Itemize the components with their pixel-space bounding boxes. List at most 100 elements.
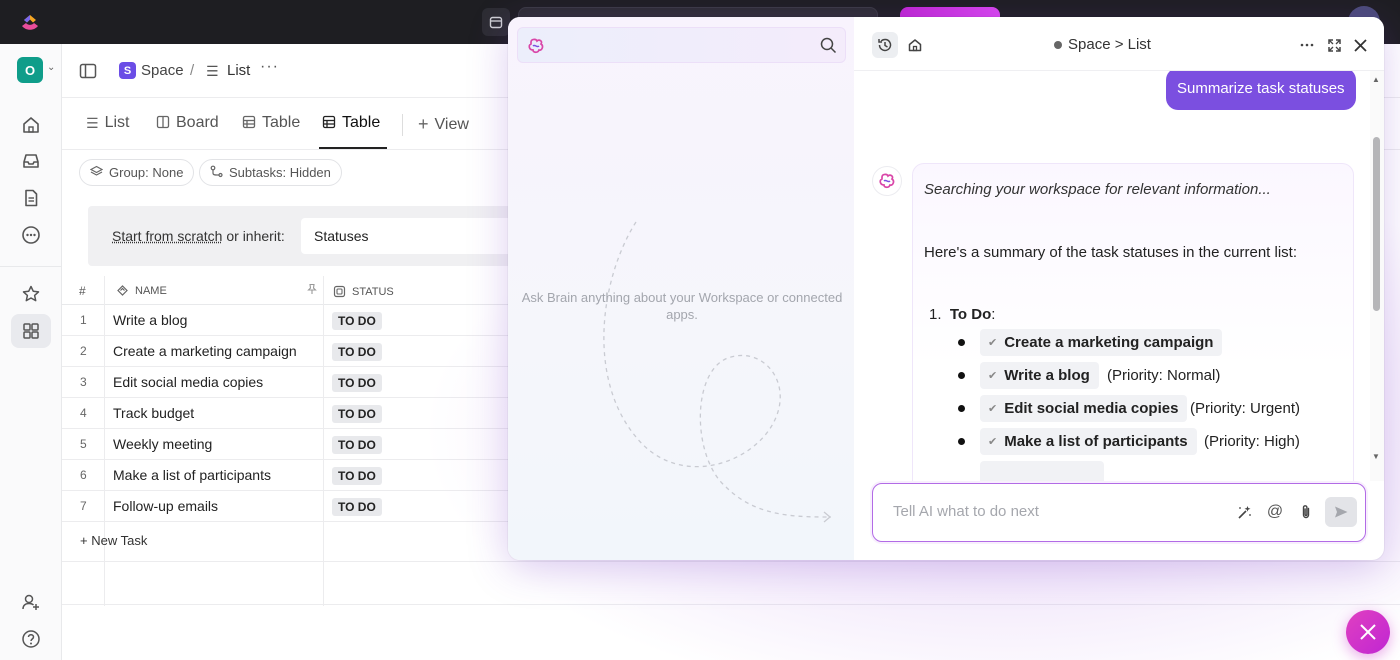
status-badge[interactable]: TO DO — [332, 374, 382, 392]
tab-list-label: List — [104, 114, 130, 131]
brain-icon — [528, 38, 544, 54]
close-icon[interactable] — [1347, 32, 1373, 58]
tab-table-1[interactable]: Table — [242, 114, 300, 132]
sidebar-toggle-icon[interactable] — [78, 61, 98, 81]
ai-summary-text: Here's a summary of the task statuses in… — [924, 244, 1298, 261]
workspace-badge[interactable]: O — [17, 57, 43, 83]
home-icon[interactable] — [18, 112, 44, 138]
brain-icon — [879, 173, 895, 189]
table-row[interactable]: 2 Create a marketing campaign TO DO — [62, 336, 532, 367]
tab-board[interactable]: Board — [156, 114, 219, 132]
scroll-down-icon[interactable]: ▼ — [1372, 452, 1380, 461]
close-icon — [1360, 624, 1376, 640]
calendar-icon[interactable] — [482, 8, 510, 36]
status-badge[interactable]: TO DO — [332, 312, 382, 330]
task-mention-partial[interactable] — [980, 461, 1104, 481]
task-mention[interactable]: ✔ Create a marketing campaign — [980, 329, 1223, 356]
task-name[interactable]: Edit social media copies — [113, 374, 263, 390]
task-name[interactable]: Create a marketing campaign — [113, 343, 297, 359]
status-badge[interactable]: TO DO — [332, 405, 382, 423]
status-badge[interactable]: TO DO — [332, 467, 382, 485]
row-number: 3 — [80, 375, 87, 389]
board-view-icon — [156, 115, 170, 132]
breadcrumb-separator: / — [190, 62, 195, 79]
table-row[interactable]: 4 Track budget TO DO — [62, 398, 532, 429]
group-filter-chip[interactable]: Group: None — [79, 159, 195, 186]
task-name[interactable]: Write a blog — [113, 312, 187, 328]
inbox-icon[interactable] — [18, 148, 44, 174]
section-number: 1. — [929, 306, 942, 323]
task-mention-name: Edit social media copies — [1004, 400, 1179, 417]
column-name[interactable]: NAME — [116, 284, 167, 297]
task-name[interactable]: Weekly meeting — [113, 436, 212, 452]
scroll-up-icon[interactable]: ▲ — [1372, 75, 1380, 84]
row-number: 5 — [80, 437, 87, 451]
table-row[interactable]: 5 Weekly meeting TO DO — [62, 429, 532, 460]
table-row[interactable]: 1 Write a blog TO DO — [62, 305, 532, 336]
start-from-scratch-link[interactable]: Start from scratch — [112, 228, 222, 244]
breadcrumb-more-button[interactable]: ··· — [260, 58, 279, 76]
status-badge[interactable]: TO DO — [332, 343, 382, 361]
workspace-chevron-icon[interactable]: ⌄ — [47, 62, 55, 73]
chat-thread[interactable]: Summarize task statuses Searching your w… — [854, 71, 1384, 481]
pin-icon[interactable] — [306, 283, 318, 298]
attachment-paperclip-icon[interactable] — [1295, 501, 1317, 523]
add-view-label: View — [434, 115, 469, 133]
task-priority: (Priority: Normal) — [1107, 367, 1221, 384]
more-icon[interactable] — [18, 222, 44, 248]
search-icon[interactable] — [820, 37, 837, 54]
home-icon[interactable] — [902, 32, 928, 58]
more-options-icon[interactable] — [1294, 32, 1320, 58]
column-status[interactable]: STATUS — [333, 285, 394, 298]
send-button[interactable] — [1325, 497, 1357, 527]
tab-table-2[interactable]: Table — [322, 114, 380, 132]
favorites-star-icon[interactable] — [18, 281, 44, 307]
add-view-button[interactable]: + View — [418, 114, 469, 135]
bullet — [958, 438, 965, 445]
spaces-grid-icon[interactable] — [11, 314, 51, 348]
mention-at-icon[interactable]: @ — [1264, 501, 1286, 523]
new-task-button[interactable]: + New Task — [80, 533, 147, 548]
help-icon[interactable] — [18, 626, 44, 652]
chat-scrollbar-thumb[interactable] — [1373, 137, 1380, 311]
status-badge[interactable]: TO DO — [332, 436, 382, 454]
breadcrumb-space[interactable]: Space — [141, 62, 184, 79]
chat-location-label: Space > List — [1068, 36, 1151, 53]
brain-search-bar[interactable] — [517, 27, 846, 63]
task-mention[interactable]: ✔ Make a list of participants — [980, 428, 1197, 455]
table-row[interactable]: 3 Edit social media copies TO DO — [62, 367, 532, 398]
close-ai-fab-button[interactable] — [1346, 610, 1390, 654]
name-header-label: NAME — [135, 284, 167, 297]
list-icon: ☰ — [206, 63, 219, 79]
chat-header: Space > List — [854, 17, 1384, 71]
table-row[interactable]: 6 Make a list of participants TO DO — [62, 460, 532, 491]
task-mention[interactable]: ✔ Edit social media copies — [980, 395, 1188, 422]
task-name[interactable]: Make a list of participants — [113, 467, 271, 483]
task-mention[interactable]: ✔ Write a blog — [980, 362, 1099, 389]
rail-divider — [0, 266, 62, 267]
decorative-swirl — [603, 221, 832, 523]
task-mention-name: Make a list of participants — [1004, 433, 1188, 450]
task-priority: (Priority: High) — [1204, 433, 1300, 450]
breadcrumb-list[interactable]: List — [227, 62, 250, 79]
task-priority: (Priority: Urgent) — [1190, 400, 1301, 417]
status-header-label: STATUS — [352, 285, 394, 298]
expand-icon[interactable] — [1321, 32, 1347, 58]
invite-user-icon[interactable] — [18, 589, 44, 615]
subtasks-filter-chip[interactable]: Subtasks: Hidden — [199, 159, 342, 186]
history-icon[interactable] — [872, 32, 898, 58]
magic-wand-icon[interactable] — [1233, 501, 1255, 523]
status-badge[interactable]: TO DO — [332, 498, 382, 516]
table-row[interactable]: 7 Follow-up emails TO DO — [62, 491, 532, 522]
tab-list[interactable]: ☰ List — [86, 114, 129, 132]
chat-location-title[interactable]: Space > List — [1054, 36, 1151, 53]
ai-prompt-input[interactable] — [893, 503, 1223, 520]
docs-icon[interactable] — [18, 185, 44, 211]
task-name[interactable]: Follow-up emails — [113, 498, 218, 514]
task-mention-name: Create a marketing campaign — [1004, 334, 1214, 351]
inherit-select[interactable]: Statuses — [301, 218, 541, 254]
clickup-logo-icon[interactable] — [18, 10, 42, 34]
layers-icon — [89, 165, 104, 181]
space-badge[interactable]: S — [119, 62, 136, 79]
task-name[interactable]: Track budget — [113, 405, 194, 421]
